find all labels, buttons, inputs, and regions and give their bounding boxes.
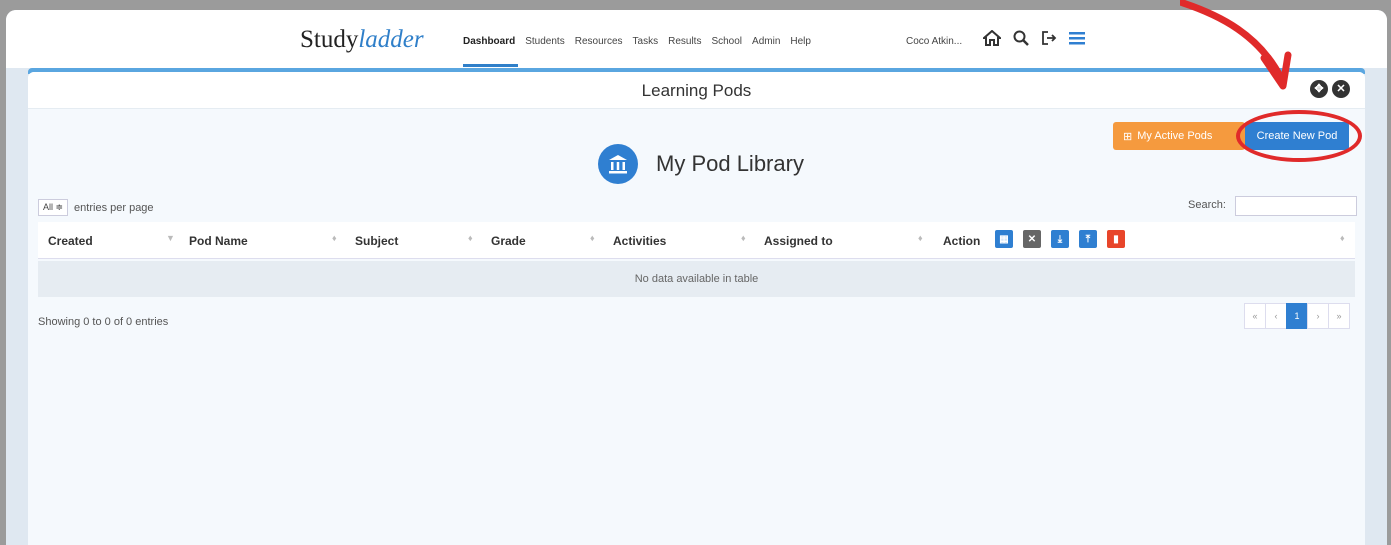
showing-entries: Showing 0 to 0 of 0 entries — [38, 316, 169, 328]
home-icon[interactable] — [983, 30, 1001, 46]
trash-icon[interactable]: ▮ — [1107, 230, 1125, 248]
nav-link-resources[interactable]: Resources — [575, 36, 623, 47]
entries-control: All ≑ entries per page — [38, 199, 154, 216]
pagination: « ‹ 1 › » — [1244, 303, 1350, 329]
column-action: Action — [943, 234, 981, 248]
sort-icon[interactable]: ▼ — [166, 233, 175, 243]
sort-icon[interactable]: ♦ — [468, 233, 473, 243]
nav-links: Dashboard Students Resources Tasks Resul… — [463, 36, 811, 47]
sort-icon[interactable]: ♦ — [332, 233, 337, 243]
empty-table-message: No data available in table — [38, 261, 1355, 297]
annotation-circle — [1236, 110, 1362, 162]
search-icon[interactable] — [1013, 30, 1029, 46]
unlink-icon[interactable]: ✕ — [1023, 230, 1041, 248]
library-title: My Pod Library — [656, 151, 804, 176]
column-created[interactable]: Created — [48, 234, 93, 248]
entries-label: entries per page — [74, 201, 154, 214]
nav-link-tasks[interactable]: Tasks — [633, 36, 659, 47]
menu-icon[interactable] — [1069, 31, 1085, 45]
nav-link-admin[interactable]: Admin — [752, 36, 780, 47]
sort-icon[interactable]: ♦ — [741, 233, 746, 243]
column-subject[interactable]: Subject — [355, 234, 398, 248]
nav-link-results[interactable]: Results — [668, 36, 701, 47]
column-assigned-to[interactable]: Assigned to — [764, 234, 833, 248]
nav-link-dashboard[interactable]: Dashboard — [463, 36, 515, 47]
studyladder-logo[interactable]: Studyladder — [300, 26, 424, 54]
sort-icon[interactable]: ♦ — [918, 233, 923, 243]
nav-link-help[interactable]: Help — [790, 36, 811, 47]
move-icon[interactable]: ✥ — [1310, 80, 1328, 98]
nav-link-students[interactable]: Students — [525, 36, 564, 47]
user-name[interactable]: Coco Atkin... — [906, 36, 962, 47]
nav-icons — [983, 30, 1085, 46]
my-active-pods-button[interactable]: ⊞ My Active Pods — [1113, 122, 1245, 150]
active-tab-indicator — [463, 64, 518, 67]
sort-icon[interactable]: ♦ — [590, 233, 595, 243]
panel-header: Learning Pods ✥ ✕ — [28, 72, 1365, 109]
column-pod-name[interactable]: Pod Name — [189, 234, 248, 248]
nav-link-school[interactable]: School — [711, 36, 742, 47]
close-icon[interactable]: ✕ — [1332, 80, 1350, 98]
annotation-arrow — [1180, 0, 1292, 90]
search-label: Search: — [1188, 199, 1226, 211]
calendar-icon[interactable]: ▦ — [995, 230, 1013, 248]
board-icon: ⊞ — [1123, 130, 1133, 143]
table-header: Created ▼ Pod Name ♦ Subject ♦ Grade ♦ A… — [38, 222, 1355, 259]
column-grade[interactable]: Grade — [491, 234, 526, 248]
upload-icon[interactable]: ⤒ — [1079, 230, 1097, 248]
last-page-button[interactable]: » — [1328, 303, 1350, 329]
logout-icon[interactable] — [1041, 30, 1057, 46]
first-page-button[interactable]: « — [1244, 303, 1266, 329]
column-activities[interactable]: Activities — [613, 234, 666, 248]
prev-page-button[interactable]: ‹ — [1265, 303, 1287, 329]
action-buttons: ▦ ✕ ⤓ ⤒ ▮ — [995, 230, 1125, 248]
learning-pods-panel: Learning Pods ✥ ✕ ⊞ My Active Pods Creat… — [28, 72, 1365, 545]
download-icon[interactable]: ⤓ — [1051, 230, 1069, 248]
library-icon — [598, 144, 638, 184]
page-1-button[interactable]: 1 — [1286, 303, 1308, 329]
library-heading: My Pod Library — [598, 144, 804, 184]
entries-select[interactable]: All ≑ — [38, 199, 69, 216]
sort-icon[interactable]: ♦ — [1340, 233, 1345, 243]
panel-title: Learning Pods — [641, 81, 752, 100]
search-input[interactable] — [1235, 196, 1357, 216]
next-page-button[interactable]: › — [1307, 303, 1329, 329]
